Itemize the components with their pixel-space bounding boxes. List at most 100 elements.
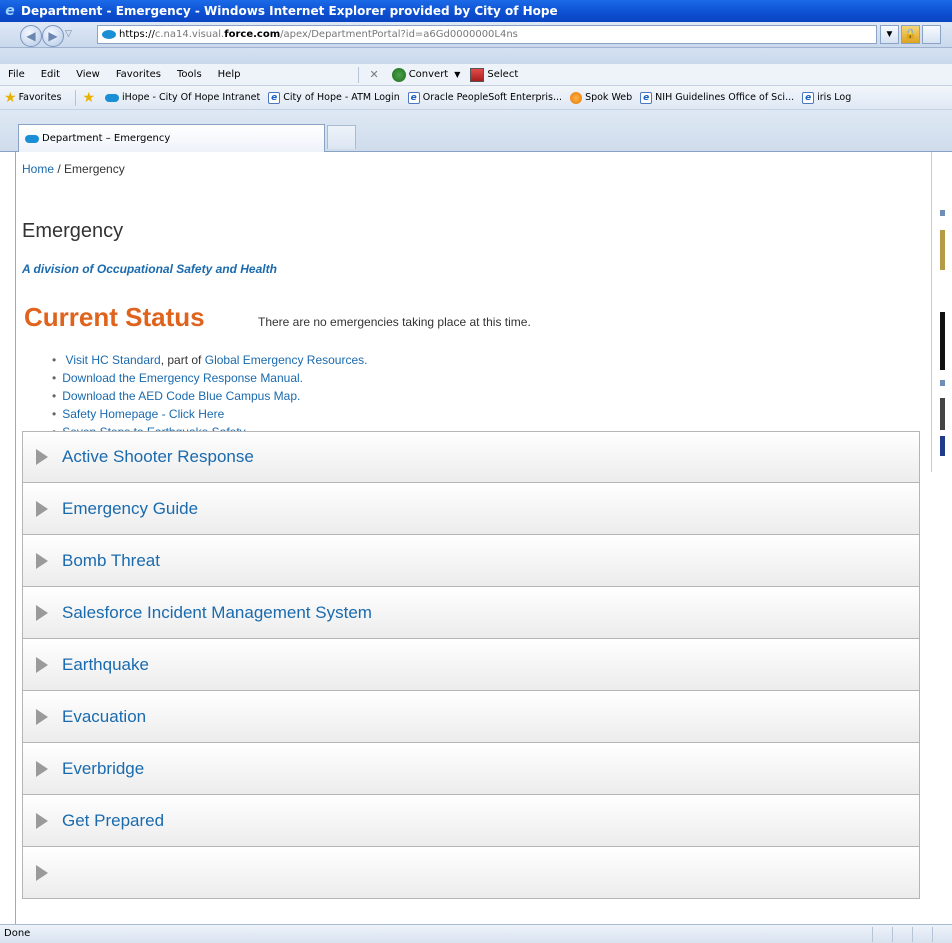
back-icon[interactable]: ◀ bbox=[20, 25, 42, 47]
salesforce-cloud-icon bbox=[105, 93, 120, 102]
expand-triangle-icon bbox=[36, 708, 48, 725]
right-sidebar-panel bbox=[931, 152, 952, 472]
ie-page-icon: e bbox=[407, 91, 420, 104]
new-tab-button[interactable] bbox=[327, 125, 356, 149]
tab-department-emergency[interactable]: Department – Emergency bbox=[18, 124, 325, 152]
star-icon: ★ bbox=[4, 89, 17, 106]
select-button[interactable]: Select bbox=[465, 67, 523, 82]
tab-bar: Department – Emergency bbox=[0, 110, 952, 152]
lock-icon[interactable]: 🔒 bbox=[901, 25, 920, 44]
aed-map-link[interactable]: Download the AED Code Blue Campus Map. bbox=[62, 389, 300, 403]
status-bar: Done bbox=[0, 924, 952, 943]
resource-links: Visit HC Standard, part of Global Emerge… bbox=[52, 351, 367, 441]
menu-edit[interactable]: Edit bbox=[33, 69, 68, 80]
favorite-link-label: iris Log bbox=[817, 92, 852, 103]
accordion-label: Active Shooter Response bbox=[62, 447, 254, 466]
history-dropdown-icon[interactable]: ▽ bbox=[65, 28, 72, 39]
accordion-everbridge[interactable]: Everbridge bbox=[22, 743, 920, 795]
accordion-label: Bomb Threat bbox=[62, 550, 160, 570]
favorite-link-iris[interactable]: e iris Log bbox=[802, 91, 852, 104]
menu-view[interactable]: View bbox=[68, 69, 108, 80]
accordion-label: Salesforce Incident Management System bbox=[62, 602, 372, 622]
expand-triangle-icon bbox=[36, 500, 48, 517]
accordion-earthquake[interactable]: Earthquake bbox=[22, 639, 920, 691]
menu-bar: File Edit View Favorites Tools Help ✕ Co… bbox=[0, 64, 952, 86]
ie-page-icon: e bbox=[268, 91, 281, 104]
convert-button[interactable]: Convert ▼ bbox=[387, 67, 466, 82]
list-item: Visit HC Standard, part of Global Emerge… bbox=[52, 351, 368, 369]
salesforce-cloud-icon bbox=[102, 29, 116, 39]
sidebar-image-fragment bbox=[940, 398, 945, 430]
accordion-evacuation[interactable]: Evacuation bbox=[22, 691, 920, 743]
accordion-label: Emergency Guide bbox=[62, 498, 199, 518]
status-cell bbox=[912, 927, 932, 942]
favorite-link-atm[interactable]: e City of Hope - ATM Login bbox=[268, 91, 400, 104]
ie-page-icon: e bbox=[640, 91, 653, 104]
status-cell bbox=[892, 927, 912, 942]
accordion-next-partial[interactable] bbox=[22, 847, 920, 899]
expand-triangle-icon bbox=[36, 812, 48, 829]
breadcrumb: Home / Emergency bbox=[22, 162, 125, 176]
hc-standard-link[interactable]: Visit HC Standard bbox=[66, 353, 161, 367]
favorite-link-nih[interactable]: e NIH Guidelines Office of Sci... bbox=[640, 91, 794, 104]
add-favorite-button[interactable]: ★ bbox=[82, 90, 97, 106]
menu-help[interactable]: Help bbox=[210, 69, 249, 80]
menu-favorites[interactable]: Favorites bbox=[108, 69, 169, 80]
add-star-icon: ★ bbox=[82, 89, 96, 106]
list-item: Safety Homepage - Click Here bbox=[52, 405, 367, 423]
select-icon bbox=[470, 67, 485, 82]
safety-homepage-link[interactable]: Safety Homepage - Click Here bbox=[62, 407, 224, 421]
ie-page-icon: e bbox=[802, 91, 815, 104]
url-prefix: https:// bbox=[119, 29, 155, 40]
emergency-accordion: Active Shooter Response Emergency Guide … bbox=[22, 431, 920, 899]
url-dropdown-icon[interactable]: ▼ bbox=[880, 25, 899, 44]
toolbar-strip bbox=[0, 48, 952, 64]
accordion-incident-management[interactable]: Salesforce Incident Management System bbox=[22, 587, 920, 639]
favorite-link-spok[interactable]: Spok Web bbox=[570, 91, 632, 104]
favorites-bar: ★ Favorites ★ iHope - City Of Hope Intra… bbox=[0, 86, 952, 110]
favorites-button[interactable]: ★ Favorites bbox=[4, 90, 61, 106]
accordion-bomb-threat[interactable]: Bomb Threat bbox=[22, 535, 920, 587]
page-content: Home / Emergency Emergency A division of… bbox=[15, 152, 931, 924]
breadcrumb-home-link[interactable]: Home bbox=[22, 162, 54, 176]
current-status-heading: Current Status bbox=[24, 302, 205, 332]
address-bar: ◀ ▶ ▽ https://c.na14.visual.force.com/ap… bbox=[0, 22, 952, 48]
accordion-emergency-guide[interactable]: Emergency Guide bbox=[22, 483, 920, 535]
convert-icon bbox=[391, 67, 406, 82]
convert-label: Convert bbox=[408, 69, 449, 80]
favorite-link-label: iHope - City Of Hope Intranet bbox=[122, 92, 261, 103]
url-buttons: ▼ 🔒 bbox=[880, 25, 941, 44]
favorite-link-oracle[interactable]: e Oracle PeopleSoft Enterpris... bbox=[407, 91, 562, 104]
menu-tools[interactable]: Tools bbox=[169, 69, 210, 80]
page-subtitle: A division of Occupational Safety and He… bbox=[22, 262, 277, 276]
breadcrumb-separator: / bbox=[54, 162, 65, 176]
accordion-label: Evacuation bbox=[62, 706, 147, 726]
url-input[interactable]: https://c.na14.visual.force.com/apex/Dep… bbox=[97, 25, 877, 44]
page-title: Emergency bbox=[22, 220, 124, 242]
favorite-link-ihope[interactable]: iHope - City Of Hope Intranet bbox=[105, 92, 260, 103]
forward-icon[interactable]: ▶ bbox=[42, 25, 64, 47]
response-manual-link[interactable]: Download the Emergency Response Manual. bbox=[62, 371, 303, 385]
window-title: Department - Emergency - Windows Interne… bbox=[21, 4, 558, 18]
status-cell bbox=[932, 927, 952, 942]
spok-icon bbox=[570, 91, 583, 104]
current-status-message: There are no emergencies taking place at… bbox=[258, 315, 531, 329]
accordion-active-shooter[interactable]: Active Shooter Response bbox=[22, 431, 920, 483]
expand-triangle-icon bbox=[36, 864, 48, 881]
status-text: Done bbox=[4, 928, 31, 939]
compat-view-icon[interactable] bbox=[922, 25, 941, 44]
global-resources-link[interactable]: Global Emergency Resources. bbox=[205, 353, 368, 367]
salesforce-cloud-icon bbox=[25, 134, 39, 143]
url-domain: force.com bbox=[224, 29, 281, 40]
hc-part-of-text: , part of bbox=[160, 353, 205, 367]
list-item: Download the Emergency Response Manual. bbox=[52, 369, 367, 387]
close-toolbar-icon[interactable]: ✕ bbox=[369, 68, 378, 81]
list-item: Download the AED Code Blue Campus Map. bbox=[52, 387, 367, 405]
status-cells bbox=[872, 927, 952, 942]
menu-file[interactable]: File bbox=[0, 69, 33, 80]
accordion-label: Earthquake bbox=[62, 654, 149, 674]
expand-triangle-icon bbox=[36, 656, 48, 673]
sidebar-image-fragment bbox=[940, 230, 945, 270]
accordion-get-prepared[interactable]: Get Prepared bbox=[22, 795, 920, 847]
favorites-label: Favorites bbox=[18, 92, 62, 103]
